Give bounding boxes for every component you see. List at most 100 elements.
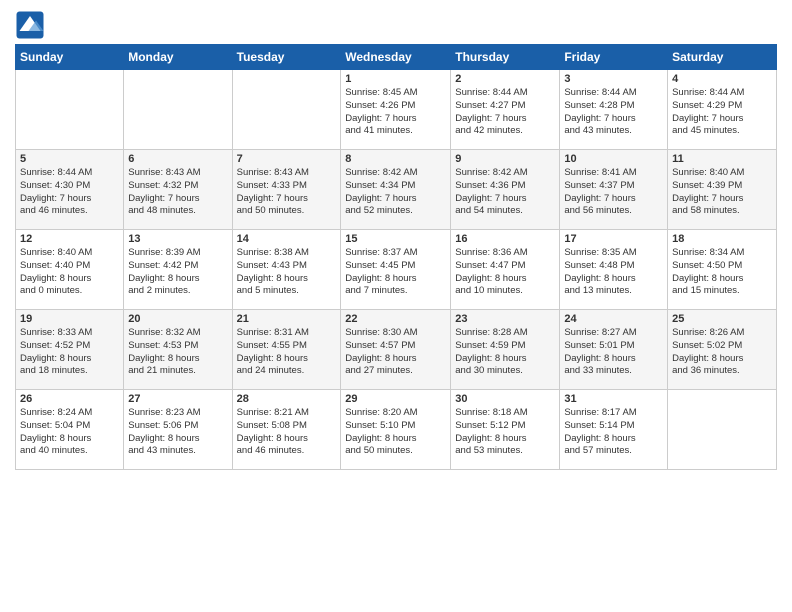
calendar-cell: 2Sunrise: 8:44 AM Sunset: 4:27 PM Daylig… bbox=[451, 70, 560, 150]
weekday-header-monday: Monday bbox=[124, 45, 232, 70]
header bbox=[15, 10, 777, 40]
day-number: 27 bbox=[128, 393, 227, 405]
week-row-5: 26 Sunrise: 8:24 AM Sunset: 5:04 PM Dayli… bbox=[16, 390, 777, 470]
day-info: Sunrise: 8:37 AM Sunset: 4:45 PM Dayligh… bbox=[345, 247, 446, 298]
calendar-cell: 13 Sunrise: 8:39 AM Sunset: 4:42 PM Dayli… bbox=[124, 230, 232, 310]
weekday-header-sunday: Sunday bbox=[16, 45, 124, 70]
day-info: Sunrise: 8:27 AM Sunset: 5:01 PM Dayligh… bbox=[564, 327, 663, 378]
calendar-cell bbox=[16, 70, 124, 150]
weekday-header-saturday: Saturday bbox=[668, 45, 777, 70]
day-number: 28 bbox=[237, 393, 337, 405]
week-row-4: 19 Sunrise: 8:33 AM Sunset: 4:52 PM Dayli… bbox=[16, 310, 777, 390]
calendar-cell: 1Sunrise: 8:45 AM Sunset: 4:26 PM Daylig… bbox=[341, 70, 451, 150]
day-number: 5 bbox=[20, 153, 119, 165]
weekday-header-tuesday: Tuesday bbox=[232, 45, 341, 70]
day-info: Sunrise: 8:42 AM Sunset: 4:34 PM Dayligh… bbox=[345, 167, 446, 218]
day-info: Sunrise: 8:20 AM Sunset: 5:10 PM Dayligh… bbox=[345, 407, 446, 458]
day-number: 4 bbox=[672, 73, 772, 85]
day-number: 23 bbox=[455, 313, 555, 325]
calendar-cell bbox=[232, 70, 341, 150]
day-number: 20 bbox=[128, 313, 227, 325]
day-info: Sunrise: 8:18 AM Sunset: 5:12 PM Dayligh… bbox=[455, 407, 555, 458]
day-info: Sunrise: 8:32 AM Sunset: 4:53 PM Dayligh… bbox=[128, 327, 227, 378]
calendar-cell: 22 Sunrise: 8:30 AM Sunset: 4:57 PM Dayli… bbox=[341, 310, 451, 390]
calendar-cell: 11Sunrise: 8:40 AM Sunset: 4:39 PM Dayli… bbox=[668, 150, 777, 230]
week-row-1: 1Sunrise: 8:45 AM Sunset: 4:26 PM Daylig… bbox=[16, 70, 777, 150]
week-row-2: 5 Sunrise: 8:44 AM Sunset: 4:30 PM Daylig… bbox=[16, 150, 777, 230]
day-info: Sunrise: 8:24 AM Sunset: 5:04 PM Dayligh… bbox=[20, 407, 119, 458]
day-info: Sunrise: 8:23 AM Sunset: 5:06 PM Dayligh… bbox=[128, 407, 227, 458]
day-info: Sunrise: 8:44 AM Sunset: 4:28 PM Dayligh… bbox=[564, 87, 663, 138]
day-number: 16 bbox=[455, 233, 555, 245]
weekday-header-thursday: Thursday bbox=[451, 45, 560, 70]
day-info: Sunrise: 8:36 AM Sunset: 4:47 PM Dayligh… bbox=[455, 247, 555, 298]
day-info: Sunrise: 8:17 AM Sunset: 5:14 PM Dayligh… bbox=[564, 407, 663, 458]
calendar-cell: 15Sunrise: 8:37 AM Sunset: 4:45 PM Dayli… bbox=[341, 230, 451, 310]
calendar-cell: 31 Sunrise: 8:17 AM Sunset: 5:14 PM Dayli… bbox=[560, 390, 668, 470]
calendar-cell: 7Sunrise: 8:43 AM Sunset: 4:33 PM Daylig… bbox=[232, 150, 341, 230]
day-number: 26 bbox=[20, 393, 119, 405]
day-number: 9 bbox=[455, 153, 555, 165]
day-number: 13 bbox=[128, 233, 227, 245]
day-info: Sunrise: 8:34 AM Sunset: 4:50 PM Dayligh… bbox=[672, 247, 772, 298]
calendar-cell: 8 Sunrise: 8:42 AM Sunset: 4:34 PM Daylig… bbox=[341, 150, 451, 230]
calendar-cell: 18Sunrise: 8:34 AM Sunset: 4:50 PM Dayli… bbox=[668, 230, 777, 310]
day-number: 29 bbox=[345, 393, 446, 405]
day-info: Sunrise: 8:21 AM Sunset: 5:08 PM Dayligh… bbox=[237, 407, 337, 458]
calendar-cell: 3 Sunrise: 8:44 AM Sunset: 4:28 PM Daylig… bbox=[560, 70, 668, 150]
calendar-cell: 29 Sunrise: 8:20 AM Sunset: 5:10 PM Dayli… bbox=[341, 390, 451, 470]
week-row-3: 12 Sunrise: 8:40 AM Sunset: 4:40 PM Dayli… bbox=[16, 230, 777, 310]
day-info: Sunrise: 8:33 AM Sunset: 4:52 PM Dayligh… bbox=[20, 327, 119, 378]
day-number: 22 bbox=[345, 313, 446, 325]
calendar-cell: 24 Sunrise: 8:27 AM Sunset: 5:01 PM Dayli… bbox=[560, 310, 668, 390]
day-number: 14 bbox=[237, 233, 337, 245]
day-number: 31 bbox=[564, 393, 663, 405]
day-number: 6 bbox=[128, 153, 227, 165]
calendar-cell: 20 Sunrise: 8:32 AM Sunset: 4:53 PM Dayli… bbox=[124, 310, 232, 390]
day-info: Sunrise: 8:39 AM Sunset: 4:42 PM Dayligh… bbox=[128, 247, 227, 298]
calendar-cell: 19 Sunrise: 8:33 AM Sunset: 4:52 PM Dayli… bbox=[16, 310, 124, 390]
calendar-cell: 14Sunrise: 8:38 AM Sunset: 4:43 PM Dayli… bbox=[232, 230, 341, 310]
calendar-cell: 16 Sunrise: 8:36 AM Sunset: 4:47 PM Dayli… bbox=[451, 230, 560, 310]
day-number: 25 bbox=[672, 313, 772, 325]
day-info: Sunrise: 8:44 AM Sunset: 4:30 PM Dayligh… bbox=[20, 167, 119, 218]
day-info: Sunrise: 8:41 AM Sunset: 4:37 PM Dayligh… bbox=[564, 167, 663, 218]
calendar-cell: 28 Sunrise: 8:21 AM Sunset: 5:08 PM Dayli… bbox=[232, 390, 341, 470]
weekday-header-friday: Friday bbox=[560, 45, 668, 70]
calendar-cell: 23 Sunrise: 8:28 AM Sunset: 4:59 PM Dayli… bbox=[451, 310, 560, 390]
day-info: Sunrise: 8:26 AM Sunset: 5:02 PM Dayligh… bbox=[672, 327, 772, 378]
weekday-header-wednesday: Wednesday bbox=[341, 45, 451, 70]
calendar-cell: 21Sunrise: 8:31 AM Sunset: 4:55 PM Dayli… bbox=[232, 310, 341, 390]
day-info: Sunrise: 8:43 AM Sunset: 4:33 PM Dayligh… bbox=[237, 167, 337, 218]
calendar-cell: 12 Sunrise: 8:40 AM Sunset: 4:40 PM Dayli… bbox=[16, 230, 124, 310]
day-number: 8 bbox=[345, 153, 446, 165]
calendar-cell: 27 Sunrise: 8:23 AM Sunset: 5:06 PM Dayli… bbox=[124, 390, 232, 470]
day-number: 2 bbox=[455, 73, 555, 85]
day-info: Sunrise: 8:45 AM Sunset: 4:26 PM Dayligh… bbox=[345, 87, 446, 138]
day-info: Sunrise: 8:44 AM Sunset: 4:29 PM Dayligh… bbox=[672, 87, 772, 138]
day-number: 3 bbox=[564, 73, 663, 85]
weekday-header-row: SundayMondayTuesdayWednesdayThursdayFrid… bbox=[16, 45, 777, 70]
calendar-cell bbox=[668, 390, 777, 470]
logo-icon bbox=[15, 10, 45, 40]
calendar-cell: 6 Sunrise: 8:43 AM Sunset: 4:32 PM Daylig… bbox=[124, 150, 232, 230]
calendar: SundayMondayTuesdayWednesdayThursdayFrid… bbox=[15, 44, 777, 470]
day-info: Sunrise: 8:43 AM Sunset: 4:32 PM Dayligh… bbox=[128, 167, 227, 218]
day-info: Sunrise: 8:40 AM Sunset: 4:40 PM Dayligh… bbox=[20, 247, 119, 298]
day-number: 12 bbox=[20, 233, 119, 245]
day-info: Sunrise: 8:31 AM Sunset: 4:55 PM Dayligh… bbox=[237, 327, 337, 378]
day-number: 19 bbox=[20, 313, 119, 325]
day-info: Sunrise: 8:28 AM Sunset: 4:59 PM Dayligh… bbox=[455, 327, 555, 378]
calendar-cell: 9 Sunrise: 8:42 AM Sunset: 4:36 PM Daylig… bbox=[451, 150, 560, 230]
day-info: Sunrise: 8:30 AM Sunset: 4:57 PM Dayligh… bbox=[345, 327, 446, 378]
day-info: Sunrise: 8:42 AM Sunset: 4:36 PM Dayligh… bbox=[455, 167, 555, 218]
logo bbox=[15, 10, 49, 40]
day-number: 24 bbox=[564, 313, 663, 325]
day-number: 10 bbox=[564, 153, 663, 165]
day-number: 17 bbox=[564, 233, 663, 245]
page: SundayMondayTuesdayWednesdayThursdayFrid… bbox=[0, 0, 792, 612]
calendar-cell bbox=[124, 70, 232, 150]
calendar-cell: 30Sunrise: 8:18 AM Sunset: 5:12 PM Dayli… bbox=[451, 390, 560, 470]
calendar-cell: 26 Sunrise: 8:24 AM Sunset: 5:04 PM Dayli… bbox=[16, 390, 124, 470]
calendar-cell: 17Sunrise: 8:35 AM Sunset: 4:48 PM Dayli… bbox=[560, 230, 668, 310]
